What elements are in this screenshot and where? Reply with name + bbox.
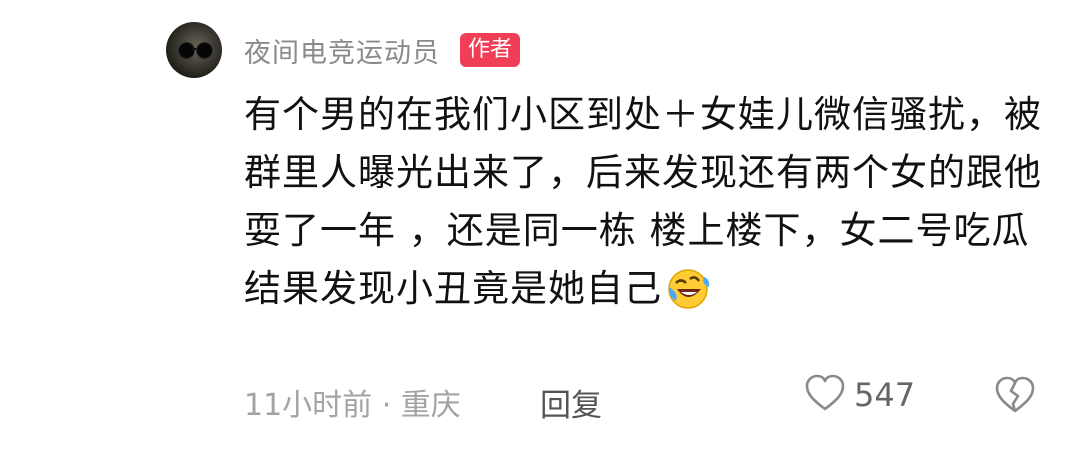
comment-footer: 11小时前 · 重庆 回复 547: [244, 374, 1044, 424]
broken-heart-icon: [994, 376, 1036, 418]
laughing-crying-emoji-icon: [666, 267, 710, 328]
like-count: 547: [854, 376, 916, 414]
heart-outline-icon: [804, 374, 846, 416]
like-button[interactable]: 547: [804, 374, 915, 416]
reply-button[interactable]: 回复: [540, 380, 602, 425]
time-location: 11小时前 · 重庆: [244, 388, 461, 423]
author-badge: 作者: [460, 33, 521, 67]
dislike-button[interactable]: [994, 376, 1036, 418]
avatar[interactable]: [166, 22, 222, 78]
comment-text: 有个男的在我们小区到处＋女娃儿微信骚扰，被群里人曝光出来了，后来发现还有两个女的…: [244, 86, 1044, 328]
comment-header: 夜间电竞运动员 作者: [244, 30, 521, 70]
comment-body: 有个男的在我们小区到处＋女娃儿微信骚扰，被群里人曝光出来了，后来发现还有两个女的…: [244, 93, 1042, 310]
username[interactable]: 夜间电竞运动员: [244, 31, 440, 70]
